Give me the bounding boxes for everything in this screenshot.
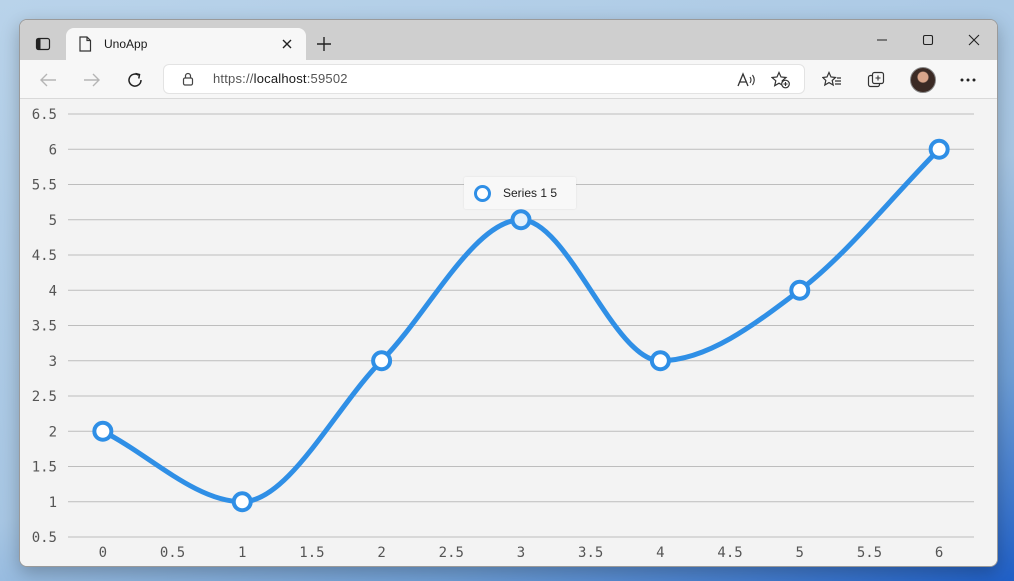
x-tick-label-10: 5 [796,545,804,561]
collections-button[interactable] [863,66,891,94]
favorites-button[interactable] [818,66,846,94]
data-point-0-5 [789,279,811,301]
tab-close-button[interactable] [276,33,298,55]
refresh-icon [128,72,142,87]
y-tick-label-12: 6.5 [32,107,57,123]
x-tick-label-1: 0.5 [160,545,185,561]
y-tick-label-0: 0.5 [32,530,57,546]
tab-title: UnoApp [104,37,148,51]
y-tick-label-4: 2.5 [32,389,57,405]
x-tick-label-0: 0 [99,545,107,561]
y-tick-label-1: 1 [49,495,57,511]
x-tick-label-12: 6 [935,545,943,561]
page-content: 0.5 1 1.5 2 2.5 3 3.5 4 4.5 5 5.5 6 6.5 0 0.5 1 1.5 2 2.5 3… [20,99,997,566]
y-tick-label-11: 6 [49,142,57,158]
close-window-icon [968,34,980,46]
profile-avatar[interactable] [910,67,936,93]
maximize-icon [922,34,934,46]
x-tick-label-7: 3.5 [578,545,603,561]
minimize-button[interactable] [860,28,904,52]
collections-icon [867,71,885,88]
y-tick-label-7: 4 [49,283,57,299]
x-tick-label-11: 5.5 [857,545,882,561]
y-tick-label-8: 4.5 [32,248,57,264]
y-tick-label-10: 5.5 [32,178,57,194]
arrow-right-icon [84,73,100,87]
tooltip-label: Series 1 5 [503,186,558,200]
read-aloud-icon [737,72,755,87]
close-icon [282,39,292,49]
tooltip-marker-icon [474,185,491,202]
data-point-0-6 [928,138,950,160]
more-options-button[interactable] [954,66,982,94]
minimize-icon [877,39,887,41]
data-point-0-4 [649,350,671,372]
tab-bar: UnoApp [20,20,997,60]
lock-icon [182,72,194,86]
url-host: localhost [253,71,307,86]
tooltip: Series 1 5 [464,177,576,209]
x-tick-label-9: 4.5 [717,545,742,561]
y-tick-label-6: 3.5 [32,319,57,335]
url-scheme: https:// [213,71,254,86]
maximize-button[interactable] [906,28,950,52]
add-favorite-button[interactable] [770,69,792,91]
x-tick-label-8: 4 [656,545,664,561]
tab-unoapp[interactable]: UnoApp [66,28,306,60]
forward-button[interactable] [78,66,106,94]
back-button[interactable] [34,66,62,94]
tab-actions-button[interactable] [30,31,56,57]
y-tick-label-5: 3 [49,354,57,370]
data-point-0-2 [371,350,393,372]
url-text: https://localhost:59502 [213,71,348,86]
y-tick-label-3: 2 [49,424,57,440]
new-tab-button[interactable] [312,32,336,56]
y-tick-label-2: 1.5 [32,460,57,476]
x-tick-label-5: 2.5 [439,545,464,561]
x-tick-label-4: 2 [377,545,385,561]
data-point-0-0 [92,420,114,442]
favorites-icon [822,71,841,87]
plus-icon [317,37,331,51]
x-tick-label-2: 1 [238,545,246,561]
close-window-button[interactable] [952,28,996,52]
line-chart: 0.5 1 1.5 2 2.5 3 3.5 4 4.5 5 5.5 6 6.5 0 0.5 1 1.5 2 2.5 3… [32,107,974,561]
star-add-icon [771,71,790,89]
browser-toolbar: https://localhost:59502 [20,60,997,99]
tab-actions-icon [35,37,51,51]
data-point-0-3 [510,209,532,231]
more-icon [960,78,976,82]
arrow-left-icon [40,73,56,87]
address-bar[interactable]: https://localhost:59502 [163,64,805,94]
y-tick-label-9: 5 [49,213,57,229]
x-tick-label-3: 1.5 [299,545,324,561]
read-aloud-button[interactable] [736,69,758,91]
x-tick-label-6: 3 [517,545,525,561]
data-point-0-1 [231,491,253,513]
refresh-button[interactable] [121,66,149,94]
browser-window: UnoApp https://localhost:59502 0.5 1 1.5… [19,19,998,567]
page-icon [79,36,92,52]
url-port: :59502 [306,71,348,86]
